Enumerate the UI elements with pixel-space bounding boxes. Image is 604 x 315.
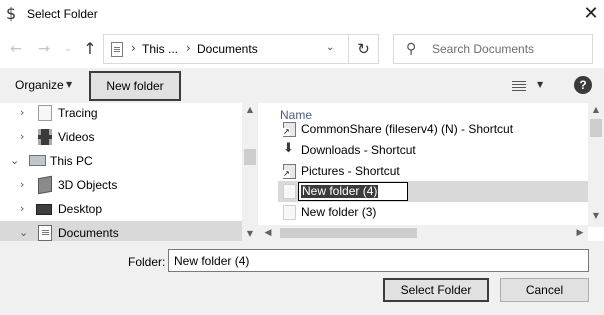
- file-item-downloads[interactable]: Downloads - Shortcut: [278, 140, 588, 161]
- file-item-pictures[interactable]: Pictures - Shortcut: [278, 161, 588, 182]
- shortcut-icon: [283, 122, 296, 137]
- scrollbar-thumb[interactable]: [280, 228, 417, 238]
- command-toolbar: Organize ▼ New folder ▼ ?: [0, 68, 604, 103]
- tree-item-label: 3D Objects: [58, 178, 118, 192]
- videos-icon: [38, 129, 52, 145]
- navigation-pane-scrollbar[interactable]: ▲ ▼: [242, 103, 258, 241]
- chevron-down-icon[interactable]: ⌄: [326, 42, 334, 53]
- new-folder-button[interactable]: New folder: [89, 71, 181, 101]
- tree-item-label: Documents: [58, 226, 119, 240]
- file-item-label: Downloads - Shortcut: [301, 143, 416, 157]
- rename-selected-text: New folder (4): [301, 184, 379, 198]
- chevron-right-icon[interactable]: ›: [20, 130, 30, 143]
- window-title: Select Folder: [27, 7, 98, 21]
- view-options-icon[interactable]: [512, 80, 526, 91]
- chevron-right-icon[interactable]: ›: [20, 178, 30, 191]
- folder-field-label: Folder:: [128, 255, 166, 269]
- scroll-up-arrow-icon[interactable]: ▲: [242, 103, 258, 117]
- organize-caret-icon[interactable]: ▼: [66, 80, 72, 89]
- select-folder-button[interactable]: Select Folder: [383, 278, 489, 302]
- breadcrumb-this-pc[interactable]: This ...: [142, 42, 178, 56]
- search-icon: ⚲: [406, 41, 417, 57]
- scrollbar-thumb[interactable]: [244, 149, 256, 165]
- tree-item-tracing[interactable]: › Tracing: [0, 103, 242, 125]
- cancel-button[interactable]: Cancel: [500, 278, 589, 302]
- tree-item-label: Videos: [58, 130, 95, 144]
- rename-input[interactable]: New folder (4): [298, 182, 408, 201]
- tree-item-label: This PC: [50, 154, 93, 168]
- scrollbar-thumb[interactable]: [590, 119, 602, 137]
- downloads-icon: [283, 141, 296, 158]
- close-icon[interactable]: ✕: [578, 2, 604, 26]
- address-bar[interactable]: › This ... › Documents ⌄: [103, 34, 349, 64]
- file-list: Name CommonShare (fileserv4) (N) - Short…: [278, 103, 588, 227]
- breadcrumb-separator[interactable]: ›: [186, 41, 191, 55]
- file-item-new-folder-4[interactable]: New folder (4): [278, 181, 588, 202]
- tree-item-label: Tracing: [58, 106, 98, 120]
- folder-icon: [283, 184, 296, 199]
- file-item-label: Pictures - Shortcut: [301, 164, 400, 178]
- recent-locations-chevron-icon[interactable]: ⌄: [62, 39, 74, 59]
- cube-icon: [38, 175, 52, 195]
- shortcut-icon: [283, 164, 296, 179]
- computer-icon: [29, 155, 46, 166]
- back-arrow-icon[interactable]: ←: [7, 39, 25, 59]
- chevron-right-icon[interactable]: ›: [20, 202, 30, 215]
- scroll-down-arrow-icon[interactable]: ▼: [588, 209, 604, 223]
- scroll-left-arrow-icon[interactable]: ◀: [260, 225, 276, 241]
- documents-location-icon: [111, 42, 123, 57]
- chevron-down-icon[interactable]: ⌄: [19, 226, 29, 239]
- tree-item-3d-objects[interactable]: › 3D Objects: [0, 173, 242, 197]
- file-item-commonshare[interactable]: CommonShare (fileserv4) (N) - Shortcut: [278, 119, 588, 140]
- desktop-icon: [36, 204, 52, 215]
- search-box[interactable]: ⚲: [393, 34, 593, 64]
- navigation-bar: ← → ⌄ ↑ › This ... › Documents ⌄ ↻ ⚲: [0, 30, 604, 68]
- documents-icon: [38, 225, 52, 241]
- new-folder-label: New folder: [106, 79, 164, 93]
- tree-item-label: Desktop: [58, 202, 103, 216]
- pane-splitter[interactable]: [258, 103, 278, 241]
- tree-item-this-pc[interactable]: ⌄ This PC: [0, 149, 242, 173]
- refresh-button[interactable]: ↻: [349, 34, 379, 64]
- folder-icon: [283, 205, 296, 220]
- tree-item-documents[interactable]: ⌄ Documents: [0, 221, 242, 241]
- file-list-vertical-scrollbar[interactable]: ▲ ▼: [588, 103, 604, 227]
- chevron-down-icon[interactable]: ⌄: [10, 154, 20, 167]
- forward-arrow-icon[interactable]: →: [35, 39, 53, 59]
- navigation-pane: › Tracing › Videos ⌄ This PC › 3D Object…: [0, 103, 258, 241]
- folder-name-input[interactable]: [168, 249, 589, 272]
- scroll-up-arrow-icon[interactable]: ▲: [588, 103, 604, 117]
- tree-item-desktop[interactable]: › Desktop: [0, 197, 242, 221]
- file-item-new-folder-3[interactable]: New folder (3): [278, 202, 588, 223]
- file-item-label: CommonShare (fileserv4) (N) - Shortcut: [301, 122, 514, 136]
- file-list-horizontal-scrollbar[interactable]: ◀ ▶: [258, 225, 588, 241]
- tree-item-videos[interactable]: › Videos: [0, 125, 242, 149]
- help-button[interactable]: ?: [574, 76, 592, 94]
- document-icon: [38, 105, 52, 121]
- view-options-caret-icon[interactable]: ▼: [537, 80, 543, 89]
- up-arrow-icon[interactable]: ↑: [80, 39, 100, 59]
- dollar-sign-icon: $: [6, 4, 17, 23]
- file-item-label: New folder (3): [301, 205, 377, 219]
- scroll-down-arrow-icon[interactable]: ▼: [242, 227, 258, 241]
- title-bar: $ Select Folder ✕: [0, 0, 604, 30]
- search-input[interactable]: [432, 41, 587, 57]
- organize-menu[interactable]: Organize: [15, 78, 64, 92]
- chevron-right-icon[interactable]: ›: [20, 106, 30, 119]
- refresh-icon: ↻: [357, 40, 370, 58]
- scroll-right-arrow-icon[interactable]: ▶: [572, 225, 588, 241]
- breadcrumb-separator[interactable]: ›: [131, 41, 136, 55]
- dialog-footer: Folder: Select Folder Cancel: [0, 241, 604, 315]
- breadcrumb-documents[interactable]: Documents: [197, 42, 258, 56]
